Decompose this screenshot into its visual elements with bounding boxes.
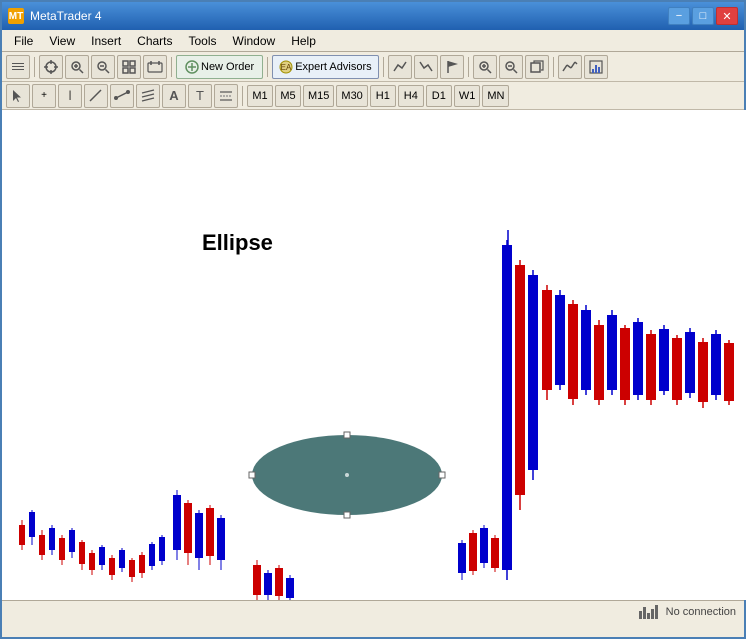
zoom-in-button[interactable] [65, 55, 89, 79]
line-tool[interactable]: | [58, 84, 82, 108]
separator1 [34, 57, 35, 77]
toolbar2: + | A T M1 M5 M15 M30 H1 H4 D1 W1 MN [2, 82, 744, 110]
label-tool[interactable]: T [188, 84, 212, 108]
separator5 [468, 57, 469, 77]
channel-tool[interactable] [136, 84, 160, 108]
menu-help[interactable]: Help [283, 32, 324, 50]
expert-advisors-label: Expert Advisors [295, 61, 371, 73]
window-frame: MT MetaTrader 4 − □ ✕ File View Insert C… [0, 0, 746, 639]
toolbar1: New Order EA Expert Advisors [2, 52, 744, 82]
menu-insert[interactable]: Insert [83, 32, 129, 50]
nav-button[interactable] [6, 55, 30, 79]
diagonal-line-tool[interactable] [84, 84, 108, 108]
title-bar-left: MT MetaTrader 4 [8, 8, 102, 24]
new-order-label: New Order [201, 61, 254, 73]
history-button[interactable] [143, 55, 167, 79]
chart-svg [2, 110, 746, 600]
timeframe-m15[interactable]: M15 [303, 85, 334, 107]
crosshair-tool[interactable]: + [32, 84, 56, 108]
chart-status-icon [639, 605, 658, 619]
zoom-chart-out-button[interactable] [499, 55, 523, 79]
window-title: MetaTrader 4 [30, 9, 102, 23]
timeframe-m5[interactable]: M5 [275, 85, 301, 107]
chart-bars-icon [639, 605, 658, 619]
maximize-button[interactable]: □ [692, 7, 714, 25]
menu-tools[interactable]: Tools [181, 32, 225, 50]
ellipse-shape[interactable] [247, 430, 447, 520]
bar2 [643, 607, 646, 619]
zoom-out-button[interactable] [91, 55, 115, 79]
chart-down-button[interactable] [414, 55, 438, 79]
text-tool[interactable]: A [162, 84, 186, 108]
ellipse-label: Ellipse [202, 230, 273, 256]
timeframe-w1[interactable]: W1 [454, 85, 481, 107]
separator-t1 [242, 86, 243, 106]
timeframe-m1[interactable]: M1 [247, 85, 273, 107]
fib-tool[interactable] [214, 84, 238, 108]
separator2 [171, 57, 172, 77]
bar1 [639, 611, 642, 619]
crosshair-button[interactable] [39, 55, 63, 79]
minimize-button[interactable]: − [668, 7, 690, 25]
timeframe-h1[interactable]: H1 [370, 85, 396, 107]
menu-charts[interactable]: Charts [129, 32, 180, 50]
close-button[interactable]: ✕ [716, 7, 738, 25]
title-bar: MT MetaTrader 4 − □ ✕ [2, 2, 744, 30]
separator3 [267, 57, 268, 77]
candle-group-left [19, 230, 734, 600]
bar5 [655, 605, 658, 619]
separator4 [383, 57, 384, 77]
timeframe-m30[interactable]: M30 [336, 85, 367, 107]
connection-status: No connection [666, 606, 736, 618]
menu-view[interactable]: View [41, 32, 83, 50]
menu-window[interactable]: Window [225, 32, 284, 50]
chart-up-button[interactable] [388, 55, 412, 79]
cursor-tool[interactable] [6, 84, 30, 108]
indicator2-button[interactable] [584, 55, 608, 79]
separator6 [553, 57, 554, 77]
timeframe-mn[interactable]: MN [482, 85, 509, 107]
properties-button[interactable] [117, 55, 141, 79]
bar3 [647, 613, 650, 619]
timeframe-d1[interactable]: D1 [426, 85, 452, 107]
chart-restore-button[interactable] [525, 55, 549, 79]
zoom-chart-in-button[interactable] [473, 55, 497, 79]
title-bar-controls: − □ ✕ [668, 7, 738, 25]
trend-line-tool[interactable] [110, 84, 134, 108]
indicator1-button[interactable] [558, 55, 582, 79]
menu-file[interactable]: File [6, 32, 41, 50]
chart-area[interactable]: Ellipse [2, 110, 746, 600]
expert-advisors-button[interactable]: EA Expert Advisors [272, 55, 378, 79]
svg-text:EA: EA [281, 63, 292, 72]
status-bar: No connection [2, 600, 744, 622]
timeframe-h4[interactable]: H4 [398, 85, 424, 107]
new-order-button[interactable]: New Order [176, 55, 263, 79]
chart-flag-button[interactable] [440, 55, 464, 79]
app-icon: MT [8, 8, 24, 24]
bar4 [651, 609, 654, 619]
menu-bar: File View Insert Charts Tools Window Hel… [2, 30, 744, 52]
